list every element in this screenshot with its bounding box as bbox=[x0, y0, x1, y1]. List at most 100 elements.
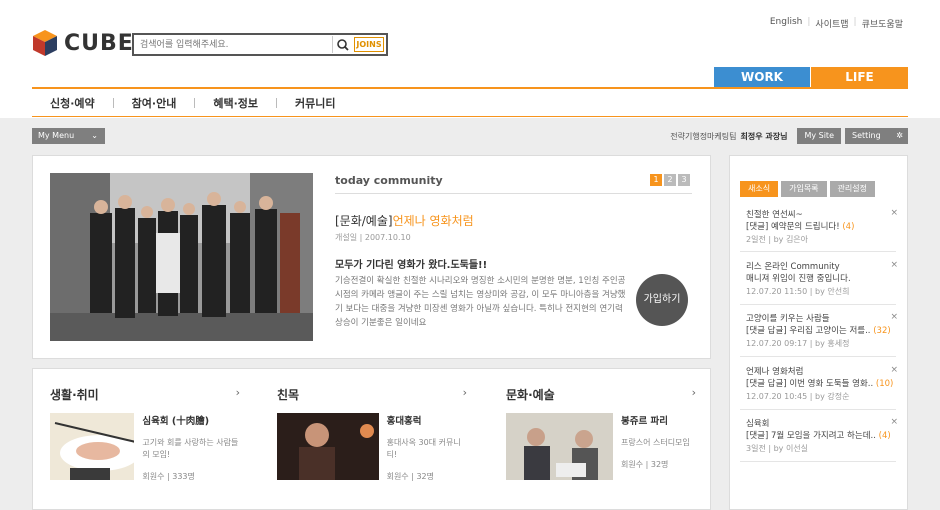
news-item[interactable]: 언제나 영화처럼 [댓글 답글] 이번 영화 도둑들 영화.. (10) 12.… bbox=[746, 365, 898, 402]
category-title: 문화·예술 bbox=[506, 388, 555, 402]
news-meta: 12.07.20 10:45 | by 강정순 bbox=[746, 392, 850, 401]
category-culture: 문화·예술 › 봉쥬르 파리 프랑스어 스터디모임 회원수 | 32명 bbox=[506, 386, 696, 480]
user-name: 최정우 과장님 bbox=[740, 131, 788, 141]
join-button[interactable]: 가입하기 bbox=[636, 274, 688, 326]
gear-icon: ✲ bbox=[896, 131, 903, 140]
sitemap-link[interactable]: 사이트맵 bbox=[810, 17, 853, 30]
community-category: [문화/예술] bbox=[335, 214, 393, 228]
community-title: 언제나 영화처럼 bbox=[392, 214, 474, 228]
category-title: 생활·취미 bbox=[50, 388, 99, 402]
food-image bbox=[50, 413, 135, 480]
english-link[interactable]: English bbox=[765, 17, 808, 30]
post-body: 기승전결이 확실한 친절한 시나리오와 명징한 소시민의 분명한 명분, 1인칭… bbox=[335, 276, 626, 328]
news-text: 매니져 위임이 진행 중입니다. bbox=[746, 274, 851, 284]
community-name[interactable]: 심육회 (十肉膾) bbox=[142, 413, 240, 427]
my-site-button[interactable]: My Site bbox=[797, 128, 841, 144]
setting-button[interactable]: Setting ✲ bbox=[845, 128, 908, 144]
news-text: [댓글] 7월 모임을 가지려고 하는데.. (4) bbox=[746, 431, 891, 441]
news-meta: 3일전 | by 이선실 bbox=[746, 444, 809, 453]
my-menu-button[interactable]: My Menu ⌄ bbox=[32, 128, 105, 144]
category-hobby: 생활·취미 › 심육회 (十肉膾) 고기와 회를 사랑하는 사람들의 모임! 회… bbox=[50, 386, 240, 482]
main-nav: 신청·예약 참여·안내 혜택·정보 커뮤니티 bbox=[32, 89, 908, 117]
news-community: 심육회 bbox=[746, 419, 770, 429]
news-meta: 12.07.20 11:50 | by 안선희 bbox=[746, 287, 850, 296]
category-thumbnail[interactable] bbox=[277, 413, 379, 480]
news-meta: 2일전 | by 김은아 bbox=[746, 235, 809, 244]
nav-item-community[interactable]: 커뮤니티 bbox=[277, 95, 353, 111]
member-count: 회원수 | 333명 bbox=[142, 472, 195, 481]
nav-item-benefits[interactable]: 혜택·정보 bbox=[195, 95, 276, 111]
news-item[interactable]: 리스 온라인 Community 매니져 위임이 진행 중입니다. 12.07.… bbox=[746, 260, 898, 297]
page-3[interactable]: 3 bbox=[678, 174, 690, 186]
utility-links: English | 사이트맵 | 큐브도움말 bbox=[765, 17, 908, 30]
news-text: [댓글] 예약문의 드립니다! (4) bbox=[746, 222, 855, 232]
divider bbox=[740, 356, 896, 357]
community-name[interactable]: 홍대홍럭 bbox=[387, 413, 467, 427]
member-count: 회원수 | 32명 bbox=[621, 460, 669, 469]
news-community: 친절한 연선씨~ bbox=[746, 210, 803, 220]
community-photo-image bbox=[50, 173, 313, 341]
category-title: 친목 bbox=[277, 388, 300, 402]
community-desc: 고기와 회를 사랑하는 사람들의 모임! bbox=[142, 438, 239, 459]
joins-button[interactable]: JOINS bbox=[354, 37, 384, 52]
community-name[interactable]: [문화/예술]언제나 영화처럼 bbox=[335, 212, 474, 229]
close-icon[interactable]: × bbox=[890, 312, 898, 322]
user-bar: 전략기행정마케팅팀 최정우 과장님 My Site Setting ✲ bbox=[670, 128, 908, 144]
chevron-right-icon[interactable]: › bbox=[236, 386, 240, 403]
my-menu-label: My Menu bbox=[38, 131, 75, 140]
close-icon[interactable]: × bbox=[890, 260, 898, 270]
chevron-right-icon[interactable]: › bbox=[692, 386, 696, 403]
category-thumbnail[interactable] bbox=[50, 413, 135, 480]
nav-item-participation[interactable]: 참여·안내 bbox=[114, 95, 195, 111]
search-icon bbox=[337, 39, 349, 51]
divider bbox=[740, 409, 896, 410]
community-desc: 프랑스어 스터디모임 bbox=[621, 438, 690, 447]
tab-work[interactable]: WORK bbox=[714, 67, 810, 88]
divider bbox=[740, 304, 896, 305]
post-title[interactable]: 모두가 기다린 영화가 왔다.도둑들!! bbox=[335, 256, 487, 271]
person-image bbox=[277, 413, 379, 480]
people-image bbox=[506, 413, 613, 480]
today-community-title: today community bbox=[335, 174, 443, 187]
news-item[interactable]: 고양이를 키우는 사람들 [댓글 답글] 우리집 고양이는 저를.. (32) … bbox=[746, 312, 898, 349]
divider bbox=[740, 461, 896, 462]
logo[interactable]: CUBE bbox=[32, 29, 134, 57]
news-community: 리스 온라인 Community bbox=[746, 262, 840, 272]
chevron-right-icon[interactable]: › bbox=[463, 386, 467, 403]
tab-life[interactable]: LIFE bbox=[811, 67, 908, 88]
community-name[interactable]: 봉쥬르 파리 bbox=[621, 413, 690, 427]
member-count: 회원수 | 32명 bbox=[386, 472, 434, 481]
user-dept: 전략기행정마케팅팀 bbox=[670, 131, 737, 141]
category-friendship: 친목 › 홍대홍럭 홍대사옥 30대 커뮤니티! 회원수 | 32명 bbox=[277, 386, 467, 482]
tab-joined[interactable]: 가입목록 bbox=[781, 181, 827, 197]
news-community: 고양이를 키우는 사람들 bbox=[746, 314, 830, 324]
cube-logo-icon bbox=[33, 30, 57, 56]
community-desc: 홍대사옥 30대 커뮤니티! bbox=[386, 438, 461, 459]
pager: 1 2 3 bbox=[650, 174, 690, 186]
close-icon[interactable]: × bbox=[890, 208, 898, 218]
page-2[interactable]: 2 bbox=[664, 174, 676, 186]
nav-item-reservation[interactable]: 신청·예약 bbox=[32, 95, 113, 111]
divider bbox=[740, 251, 896, 252]
chevron-down-icon: ⌄ bbox=[91, 131, 98, 140]
logo-text: CUBE bbox=[64, 30, 134, 56]
search-input[interactable] bbox=[134, 35, 324, 54]
news-community: 언제나 영화처럼 bbox=[746, 367, 804, 377]
search-box: JOINS bbox=[132, 33, 388, 56]
close-icon[interactable]: × bbox=[890, 365, 898, 375]
news-item[interactable]: 친절한 연선씨~ [댓글] 예약문의 드립니다! (4) 2일전 | by 김은… bbox=[746, 208, 898, 245]
news-text: [댓글 답글] 우리집 고양이는 저를.. (32) bbox=[746, 326, 891, 336]
page-1[interactable]: 1 bbox=[650, 174, 662, 186]
category-thumbnail[interactable] bbox=[506, 413, 613, 480]
close-icon[interactable]: × bbox=[890, 417, 898, 427]
news-item[interactable]: 심육회 [댓글] 7월 모임을 가지려고 하는데.. (4) 3일전 | by … bbox=[746, 417, 898, 454]
tab-manage[interactable]: 관리설정 bbox=[829, 181, 875, 197]
community-photo[interactable] bbox=[50, 173, 313, 341]
setting-label: Setting bbox=[852, 131, 881, 140]
news-meta: 12.07.20 09:17 | by 홍세정 bbox=[746, 339, 850, 348]
search-button[interactable] bbox=[332, 36, 352, 53]
community-meta: 개설일 | 2007.10.10 bbox=[335, 233, 411, 242]
news-text: [댓글 답글] 이번 영화 도둑들 영화.. (10) bbox=[746, 379, 894, 389]
help-link[interactable]: 큐브도움말 bbox=[857, 17, 908, 30]
tab-news[interactable]: 새소식 bbox=[740, 181, 779, 197]
